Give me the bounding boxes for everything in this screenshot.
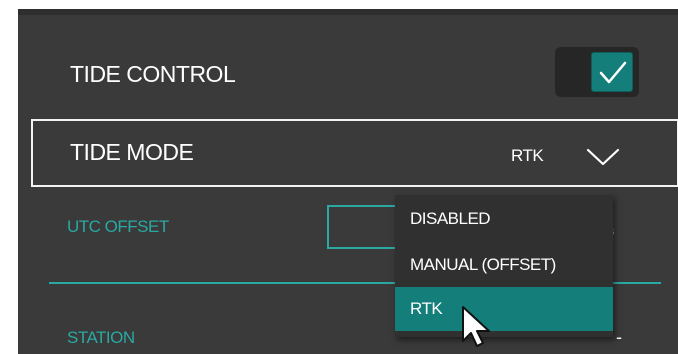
dropdown-option-disabled[interactable]: DISABLED: [395, 197, 613, 241]
tide-mode-value: RTK: [511, 146, 544, 165]
tide-control-toggle[interactable]: [555, 47, 639, 97]
dropdown-option-rtk[interactable]: RTK: [395, 287, 613, 331]
utc-offset-label: UTC OFFSET: [67, 217, 169, 236]
mouse-pointer-icon: [462, 306, 490, 347]
station-value: -: [616, 327, 622, 347]
toggle-knob[interactable]: [591, 52, 633, 92]
tide-control-label: TIDE CONTROL: [70, 61, 236, 87]
checkmark-icon: [599, 61, 627, 84]
tide-mode-select[interactable]: TIDE MODE RTK: [31, 119, 678, 187]
tide-mode-label: TIDE MODE: [70, 139, 194, 165]
tide-settings-panel: TIDE CONTROL TIDE MODE RTK UTC OFFSET s …: [18, 9, 678, 354]
station-label: STATION: [67, 328, 135, 347]
app-frame: TIDE CONTROL TIDE MODE RTK UTC OFFSET s …: [0, 0, 678, 354]
tide-mode-dropdown-menu: DISABLED MANUAL (OFFSET) RTK: [395, 195, 613, 337]
panel-top-bar: [18, 9, 678, 15]
dropdown-option-manual-offset[interactable]: MANUAL (OFFSET): [395, 243, 613, 287]
chevron-down-icon[interactable]: [586, 147, 620, 167]
